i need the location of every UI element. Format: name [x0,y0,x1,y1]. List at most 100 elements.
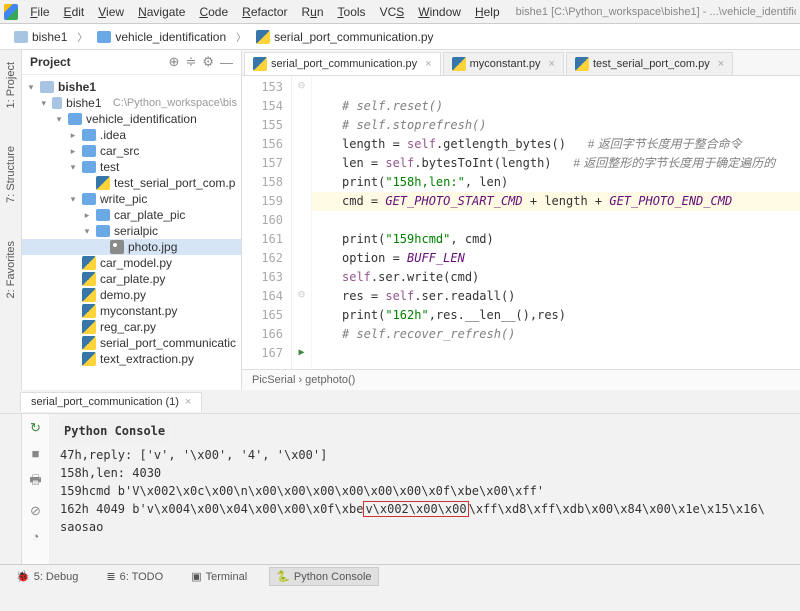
editor-tab[interactable]: myconstant.py× [443,52,564,75]
status-python-console[interactable]: 🐍 Python Console [269,567,378,586]
left-tool-tabs: 1: Project 7: Structure 2: Favorites [0,50,22,390]
editor-area: serial_port_communication.py× myconstant… [242,50,800,390]
menu-file[interactable]: File [24,3,55,21]
python-file-icon [96,176,110,190]
project-panel-title: Project [30,55,163,69]
console-panel: ↻ ■ 🖶 ⊘ ◔ Python Console 47h,reply: ['v'… [0,414,800,564]
menu-tools[interactable]: Tools [332,3,372,21]
menu-help[interactable]: Help [469,3,506,21]
fold-gutter: ⊖ ⊖ ▶ [292,76,312,369]
close-icon[interactable]: × [718,58,724,70]
collapse-icon[interactable]: ≑ [185,54,196,70]
tree-row[interactable]: myconstant.py [22,303,241,319]
tree-row[interactable]: car_plate.py [22,271,241,287]
code-content[interactable]: # self.reset() # self.stoprefresh() leng… [312,76,800,369]
chevron-right-icon: 〉 [236,29,246,44]
tree-row[interactable]: ▾bishe1 C:\Python_workspace\bis [22,95,241,111]
nav-breadcrumb: bishe1 〉 vehicle_identification 〉 serial… [0,24,800,50]
editor-tab[interactable]: test_serial_port_com.py× [566,52,733,75]
image-file-icon [110,240,124,254]
menu-edit[interactable]: Edit [58,3,91,21]
hide-icon[interactable]: — [220,55,233,70]
status-todo[interactable]: ≣ 6: TODO [100,568,169,585]
window-title-path: bishe1 [C:\Python_workspace\bishe1] - ..… [516,6,796,18]
stop-icon[interactable]: ■ [32,446,40,461]
tree-row[interactable]: text_extraction.py [22,351,241,367]
tree-row[interactable]: ▾serialpic [22,223,241,239]
project-tree[interactable]: ▾bishe1 ▾bishe1 C:\Python_workspace\bis … [22,75,241,390]
editor-breadcrumb[interactable]: PicSerial › getphoto() [242,369,800,390]
close-icon[interactable]: × [425,58,431,70]
python-file-icon [253,57,267,71]
console-line: 47h,reply: ['v', '\x00', '4', '\x00'] [60,446,790,464]
folder-icon [14,31,28,43]
folder-icon [97,31,111,43]
left-tab-project[interactable]: 1: Project [3,58,19,112]
nav-file[interactable]: serial_port_communication.py [250,28,439,46]
folder-icon [68,113,82,125]
python-file-icon [82,256,96,270]
menu-code[interactable]: Code [193,3,234,21]
python-file-icon [82,288,96,302]
menu-navigate[interactable]: Navigate [132,3,191,21]
folder-icon [82,161,96,173]
code-editor[interactable]: 1531541551561571581591601611621631641651… [242,76,800,369]
menu-vcs[interactable]: VCS [374,3,411,21]
gear-icon[interactable]: ⚙ [202,54,214,70]
console-title: Python Console [60,420,169,442]
python-file-icon [575,57,589,71]
console-line: saosao [60,518,790,536]
folder-icon [52,97,63,109]
folder-icon [82,145,96,157]
nav-folder[interactable]: vehicle_identification [91,28,232,46]
tree-row[interactable]: demo.py [22,287,241,303]
folder-icon [96,225,110,237]
history-icon[interactable]: ◔ [32,529,40,544]
folder-icon [96,209,110,221]
chevron-right-icon: 〉 [77,29,87,44]
console-line: 159hcmd b'V\x002\x0c\x00\n\x00\x00\x00\x… [60,482,790,500]
menu-view[interactable]: View [92,3,130,21]
tree-row[interactable]: test_serial_port_com.p [22,175,241,191]
nav-project[interactable]: bishe1 [8,28,73,46]
tree-root[interactable]: ▾bishe1 [22,79,241,95]
menu-window[interactable]: Window [412,3,467,21]
close-icon[interactable]: × [549,58,555,70]
menu-run[interactable]: Run [296,3,330,21]
menu-refactor[interactable]: Refactor [236,3,293,21]
locate-icon[interactable]: ⊕ [169,54,180,70]
tree-row[interactable]: car_model.py [22,255,241,271]
project-panel: Project ⊕ ≑ ⚙ — ▾bishe1 ▾bishe1 C:\Pytho… [22,50,242,390]
status-bar: 🐞 5: Debug ≣ 6: TODO ▣ Terminal 🐍 Python… [0,564,800,588]
tree-row[interactable]: ▾test [22,159,241,175]
close-icon[interactable]: × [185,396,191,408]
console-tab[interactable]: serial_port_communication (1) × [20,392,202,412]
console-line: 162h 4049 b'v\x004\x00\x04\x00\x00\x0f\x… [60,500,790,518]
tree-row[interactable]: reg_car.py [22,319,241,335]
tree-row[interactable]: serial_port_communicatic [22,335,241,351]
console-output[interactable]: Python Console 47h,reply: ['v', '\x00', … [50,414,800,564]
left-tab-favorites[interactable]: 2: Favorites [3,237,19,302]
tree-row[interactable]: ▾write_pic [22,191,241,207]
python-file-icon [256,30,270,44]
rerun-icon[interactable]: ↻ [30,420,41,436]
tree-row-selected[interactable]: photo.jpg [22,239,241,255]
link-icon[interactable]: ⊘ [30,503,41,519]
run-gutter-icon[interactable]: ▶ [298,347,304,358]
python-file-icon [82,352,96,366]
python-file-icon [82,304,96,318]
editor-tab-active[interactable]: serial_port_communication.py× [244,52,441,75]
tree-row[interactable]: ▸.idea [22,127,241,143]
left-tab-structure[interactable]: 7: Structure [3,142,19,207]
project-panel-header: Project ⊕ ≑ ⚙ — [22,50,241,75]
tree-row[interactable]: ▸car_src [22,143,241,159]
output-icon[interactable]: 🖶 [29,471,41,493]
status-terminal[interactable]: ▣ Terminal [185,568,253,585]
status-debug[interactable]: 🐞 5: Debug [10,568,84,585]
folder-icon [40,81,54,93]
python-file-icon [82,336,96,350]
tree-row[interactable]: ▸car_plate_pic [22,207,241,223]
editor-tabs: serial_port_communication.py× myconstant… [242,50,800,76]
tree-row[interactable]: ▾vehicle_identification [22,111,241,127]
highlighted-bytes: v\x002\x00\x00 [363,501,468,517]
